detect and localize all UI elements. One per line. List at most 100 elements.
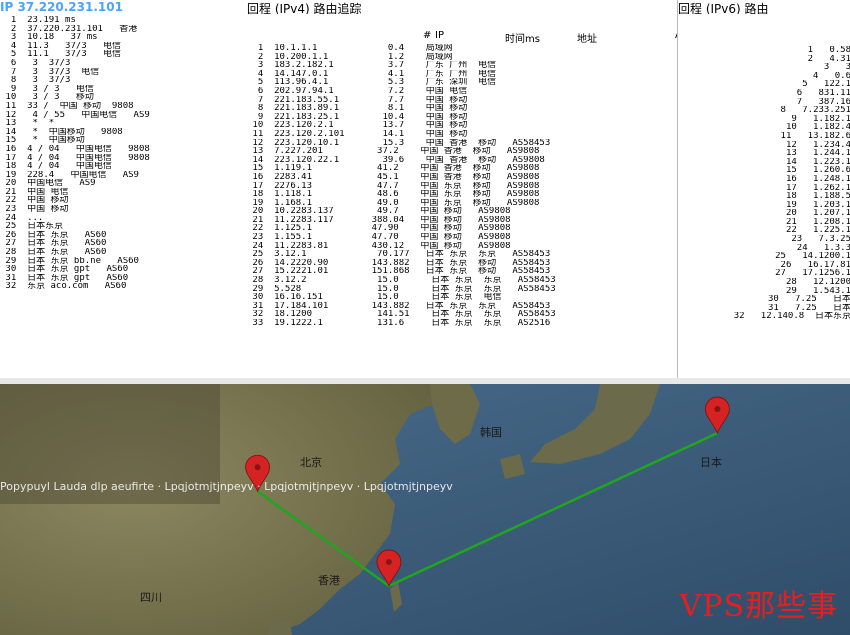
trace-row: 11 33 / 中国 移动 9808 [0, 101, 134, 111]
trace-row: 2 4.31 [796, 54, 850, 64]
trace-row: 20 10.2283.137 49.7 中国 移动 AS9808 [247, 207, 511, 216]
trace-row: 9 1.182.1 [780, 114, 850, 124]
trace-row: 13 7.227.201 37.2 中国 香港 移动 AS9808 [247, 147, 540, 156]
trace-row: 5 122.1 [791, 80, 850, 89]
trace-row: 24 ... [0, 213, 44, 223]
map-band-text: Popypuyl Lauda dlp aeufirte · Lpqjotmjtj… [0, 480, 453, 493]
trace-row: 15 * 中国移动 [0, 136, 85, 145]
trace-row: 18 1.118.1 48.6 中国 东京 移动 AS9808 [247, 190, 540, 199]
right-trace-window: 回程 (IPv6) 路由 1 0.58 2 4.31 3 3 4 0.6 5 1… [677, 0, 850, 378]
left-trace-rows: 1 23.191 ms 2 37.220.231.101 香港 3 10.18 … [0, 16, 247, 291]
col-num: # [423, 30, 432, 41]
trace-row: 23 1.155.1 47.70 中国 移动 AS9808 [247, 233, 511, 242]
trace-row: 28 12.1200 [780, 278, 850, 287]
left-trace-window: IP 37.220.231.101 1 23.191 ms 2 37.220.2… [0, 0, 248, 378]
trace-row: 13 * * [0, 119, 55, 128]
trace-row: 31 日本 东京 gpt AS60 [0, 273, 129, 283]
col-ms: 时间ms [505, 34, 540, 45]
trace-row: 17 4 / 04 中国电信 9808 [0, 153, 150, 163]
col-loc: 地址 [577, 34, 597, 45]
trace-row: 8 7.233.251 [769, 106, 850, 115]
right-trace-rows: 1 0.58 2 4.31 3 3 4 0.6 5 122.1 6 831.11… [678, 46, 850, 321]
trace-row: 4 11.3 37/3 电信 [0, 41, 121, 51]
place-label-north: 北京 [300, 456, 322, 469]
trace-row: 26 14.2220.90 143.882 日本 东京 移动 AS58453 [247, 258, 551, 268]
trace-row: 20 1.207.1 [780, 209, 850, 218]
trace-row: 33 19.1222.1 131.6 日本 东京 东京 AS2516 [247, 319, 551, 328]
trace-row: 4 0.6 [802, 71, 850, 81]
trace-row: 24 11.2283.81 430.12 中国 移动 AS9808 [247, 241, 511, 251]
trace-row: 6 3 37/3 [0, 58, 71, 68]
trace-row: 6 202.97.94.1 7.2 中国 电信 [247, 86, 468, 96]
trace-row: 1 0.58 [796, 46, 850, 55]
route-map[interactable]: Popypuyl Lauda dlp aeufirte · Lpqjotmjtj… [0, 384, 850, 635]
trace-row: 17 2276.13 47.7 中国 东京 移动 AS9808 [247, 181, 540, 191]
trace-row: 10 1.182.4 [780, 123, 850, 132]
trace-row: 7 387.16 [785, 97, 850, 107]
trace-row: 32 东京 aco.com AS60 [0, 282, 127, 291]
trace-row: 25 3.12.1 70.177 日本 东京 东京 AS58453 [247, 250, 551, 259]
trace-row: 29 1.543.1 [780, 286, 850, 296]
trace-row: 18 4 / 04 中国电信 [0, 162, 112, 171]
trace-row: 15 1.119.1 41.2 中国 香港 移动 AS9808 [247, 164, 540, 173]
trace-row: 13 1.244.1 [780, 149, 850, 158]
trace-row: 12 1.234.4 [780, 140, 850, 150]
trace-row: 27 17.1256.1 [769, 269, 850, 279]
trace-row: 12 4 / 55 中国电信 AS9 [0, 110, 150, 120]
place-label-korea: 韩国 [480, 426, 502, 439]
trace-row: 17 1.262.1 [780, 183, 850, 193]
trace-row: 30 7.25 日本 [762, 295, 850, 304]
trace-row: 3 183.2.182.1 3.7 广东 广州 电信 [247, 61, 497, 70]
trace-row: 2 37.220.231.101 香港 [0, 24, 138, 34]
trace-row: 14 223.120.22.1 39.6 中国 香港 移动 AS9808 [247, 155, 545, 165]
place-label-south: 香港 [318, 574, 340, 587]
trace-row: 30 日本 东京 gpt AS60 [0, 265, 129, 274]
trace-row: 10 223.120.2.1 13.7 中国 移动 [247, 121, 468, 130]
trace-row: 16 1.248.1 [780, 174, 850, 184]
trace-row: 20 中国电信 AS9 [0, 179, 96, 188]
trace-row: 28 日本 东京 AS60 [0, 248, 107, 257]
trace-row: 26 16.17.81 [775, 260, 850, 270]
place-label-east: 日本 [700, 456, 722, 469]
trace-row: 5 113.96.4.1 5.3 广东 深圳 电信 [247, 78, 497, 87]
trace-row: 14 * 中国移动 9808 [0, 127, 123, 137]
trace-row: 14 1.223.1 [780, 157, 850, 167]
middle-window-title: 回程 (IPv4) 路由追踪 [247, 2, 362, 14]
trace-row: 1 10.1.1.1 0.4 局域网 [247, 44, 453, 53]
trace-row: 29 5.528 15.0 日本 东京 东京 AS58453 [247, 284, 556, 294]
trace-row: 31 17.184.101 143.882 日本 东京 东京 AS58453 [247, 301, 551, 311]
trace-row: 12 223.120.10.1 15.3 中国 香港 移动 AS58453 [247, 138, 551, 148]
trace-row: 8 3 37/3 [0, 76, 71, 85]
right-window-title: 回程 (IPv6) 路由 [678, 2, 769, 14]
trace-row: 11 13.182.6 [775, 131, 850, 141]
trace-row: 19 1.168.1 49.0 中国 东京 移动 AS9808 [247, 198, 540, 208]
place-label-west: 四川 [140, 591, 162, 604]
watermark: VPS那些事 [679, 589, 838, 624]
trace-row: 15 1.260.6 [780, 166, 850, 175]
trace-row: 25 日本东京 [0, 222, 64, 231]
trace-row: 9 221.183.25.1 10.4 中国 移动 [247, 112, 468, 122]
trace-row: 22 中国 移动 [0, 196, 69, 206]
trace-row: 29 日本 东京 bb.ne AS60 [0, 256, 139, 266]
trace-row: 31 7.25 日本 [762, 303, 850, 313]
trace-row: 28 3.12.2 15.0 日本 东京 东京 AS58453 [247, 276, 556, 285]
trace-row: 10 3 / 3 移动 [0, 93, 94, 102]
trace-row: 27 15.2221.01 151.868 日本 东京 移动 AS58453 [247, 267, 551, 277]
left-window-title: IP 37.220.231.101 [0, 0, 123, 14]
trace-row: 21 1.208.1 [780, 217, 850, 227]
trace-row: 19 1.203.1 [780, 200, 850, 210]
trace-row: 5 11.1 37/3 电信 [0, 50, 121, 59]
trace-row: 22 1.125.1 47.90 中国 移动 AS9808 [247, 224, 511, 234]
middle-trace-window: 回程 (IPv4) 路由追踪 # IP 时间ms 地址 AS 1 10.1.1.… [247, 0, 677, 378]
trace-row: 32 18.1200 141.51 日本 东京 东京 AS58453 [247, 310, 556, 319]
trace-row: 4 14.147.0.1 4.1 广东 广州 电信 [247, 69, 497, 79]
trace-row: 32 12.140.8 日本东京 [728, 312, 850, 321]
trace-row: 24 1.3.3 [791, 243, 850, 253]
trace-row: 7 221.183.55.1 7.7 中国 移动 [247, 95, 468, 105]
trace-row: 16 4 / 04 中国电信 9808 [0, 144, 150, 154]
trace-row: 22 1.225.1 [780, 226, 850, 236]
trace-row: 25 14.1200.1 [769, 252, 850, 261]
col-ip: IP [435, 30, 444, 41]
trace-row: 2 10.200.1.1 1.2 局域网 [247, 52, 453, 62]
trace-row: 3 10.18 37 ms [0, 33, 98, 42]
